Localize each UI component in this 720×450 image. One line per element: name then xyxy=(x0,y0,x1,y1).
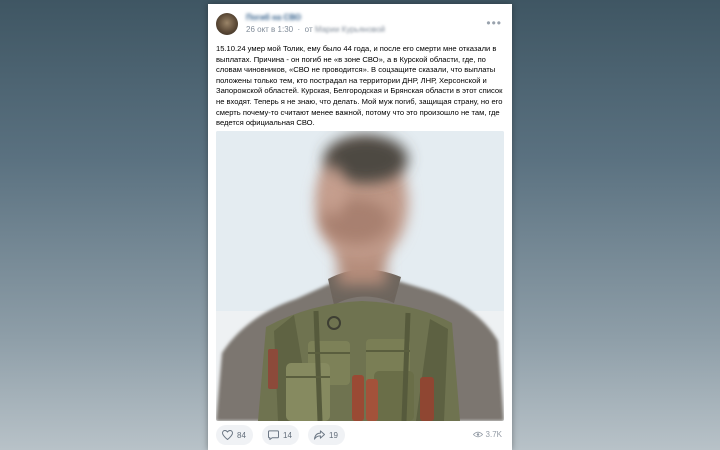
post-text: 15.10.24 умер мой Толик, ему было 44 год… xyxy=(216,44,503,128)
post-card: Погиб на СВО 26 окт в 1:30 · от Марии Ку… xyxy=(208,4,512,450)
eye-icon xyxy=(472,431,483,438)
comment-count: 14 xyxy=(283,430,292,440)
ellipsis-icon[interactable]: ••• xyxy=(486,16,502,30)
post-photo[interactable] xyxy=(216,131,504,421)
like-button[interactable]: 84 xyxy=(216,425,253,445)
share-button[interactable]: 19 xyxy=(308,425,345,445)
like-count: 84 xyxy=(237,430,246,440)
views-count: 3.7K xyxy=(485,430,502,439)
views-counter: 3.7K xyxy=(472,430,502,439)
post-date[interactable]: 26 окт в 1:30 xyxy=(246,25,293,34)
post-footer: 84 14 19 3.7K xyxy=(216,425,504,445)
meta-separator: · xyxy=(295,25,303,34)
comment-button[interactable]: 14 xyxy=(262,425,299,445)
group-avatar[interactable] xyxy=(216,13,238,35)
soldier-photo xyxy=(216,131,504,421)
post-author-link[interactable]: Марии Курьяновой xyxy=(315,25,385,34)
heart-icon xyxy=(222,430,233,440)
post-meta: 26 окт в 1:30 · от Марии Курьяновой xyxy=(246,25,385,34)
post-header: Погиб на СВО 26 окт в 1:30 · от Марии Ку… xyxy=(216,12,504,38)
share-count: 19 xyxy=(329,430,338,440)
share-icon xyxy=(314,430,325,440)
group-name-link[interactable]: Погиб на СВО xyxy=(246,13,301,22)
author-prefix: от xyxy=(304,25,313,34)
comment-icon xyxy=(268,430,279,440)
